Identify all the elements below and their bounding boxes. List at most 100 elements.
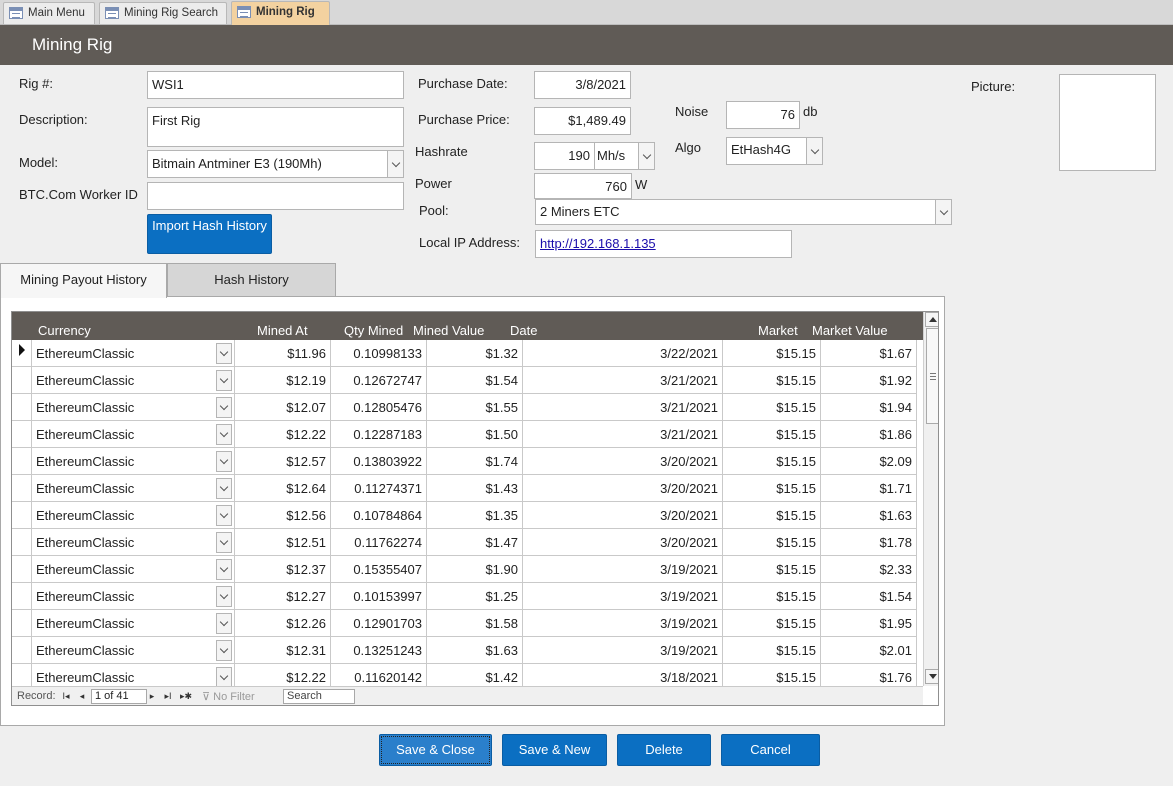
tab-mining-rig-search[interactable]: Mining Rig Search xyxy=(99,2,227,24)
currency-dropdown-button[interactable] xyxy=(216,667,232,688)
pool-combo[interactable]: 2 Miners ETC xyxy=(535,199,952,225)
cell-mined-value[interactable]: $1.54 xyxy=(427,367,523,394)
cell-mined-at[interactable]: $12.64 xyxy=(235,475,331,502)
column-header-market-value[interactable]: Market Value xyxy=(812,323,888,338)
cell-qty-mined[interactable]: 0.12672747 xyxy=(331,367,427,394)
table-row[interactable]: EthereumClassic $12.31 0.13251243 $1.63 3/19… xyxy=(12,637,923,664)
record-selector[interactable] xyxy=(12,610,32,637)
cell-currency[interactable]: EthereumClassic xyxy=(32,502,235,529)
cell-qty-mined[interactable]: 0.12287183 xyxy=(331,421,427,448)
cell-market[interactable]: $15.15 xyxy=(723,583,821,610)
cell-currency[interactable]: EthereumClassic xyxy=(32,583,235,610)
ip-address-field[interactable]: http://192.168.1.135 xyxy=(535,230,792,258)
cell-mined-at[interactable]: $12.19 xyxy=(235,367,331,394)
record-selector[interactable] xyxy=(12,475,32,502)
scroll-thumb[interactable] xyxy=(926,328,938,424)
cell-currency[interactable]: EthereumClassic xyxy=(32,556,235,583)
cell-date[interactable]: 3/21/2021 xyxy=(523,394,723,421)
currency-dropdown-button[interactable] xyxy=(216,640,232,661)
currency-dropdown-button[interactable] xyxy=(216,586,232,607)
cell-mined-value[interactable]: $1.32 xyxy=(427,340,523,367)
column-header-qty-mined[interactable]: Qty Mined xyxy=(344,323,403,338)
cell-mined-value[interactable]: $1.50 xyxy=(427,421,523,448)
cell-market-value[interactable]: $1.71 xyxy=(821,475,917,502)
cell-market[interactable]: $15.15 xyxy=(723,367,821,394)
record-selector[interactable] xyxy=(12,637,32,664)
cell-mined-value[interactable]: $1.63 xyxy=(427,637,523,664)
cell-mined-at[interactable]: $12.07 xyxy=(235,394,331,421)
cell-qty-mined[interactable]: 0.10153997 xyxy=(331,583,427,610)
cell-market[interactable]: $15.15 xyxy=(723,529,821,556)
table-row[interactable]: EthereumClassic $12.27 0.10153997 $1.25 3/19… xyxy=(12,583,923,610)
cell-currency[interactable]: EthereumClassic xyxy=(32,448,235,475)
cell-date[interactable]: 3/20/2021 xyxy=(523,475,723,502)
next-record-button[interactable]: ▸ xyxy=(146,690,158,703)
currency-dropdown-button[interactable] xyxy=(216,424,232,445)
cell-mined-value[interactable]: $1.43 xyxy=(427,475,523,502)
cell-market-value[interactable]: $1.63 xyxy=(821,502,917,529)
import-hash-history-button[interactable]: Import Hash History xyxy=(147,214,272,254)
cell-currency[interactable]: EthereumClassic xyxy=(32,529,235,556)
column-header-currency[interactable]: Currency xyxy=(38,323,91,338)
purchase-date-field[interactable]: 3/8/2021 xyxy=(534,71,631,99)
table-row[interactable]: EthereumClassic $12.51 0.11762274 $1.47 3/20… xyxy=(12,529,923,556)
currency-dropdown-button[interactable] xyxy=(216,532,232,553)
table-row[interactable]: EthereumClassic $12.19 0.12672747 $1.54 3/21… xyxy=(12,367,923,394)
cell-market[interactable]: $15.15 xyxy=(723,340,821,367)
cell-currency[interactable]: EthereumClassic xyxy=(32,340,235,367)
cell-mined-value[interactable]: $1.55 xyxy=(427,394,523,421)
cell-mined-at[interactable]: $12.26 xyxy=(235,610,331,637)
cell-date[interactable]: 3/21/2021 xyxy=(523,421,723,448)
cell-qty-mined[interactable]: 0.12805476 xyxy=(331,394,427,421)
currency-dropdown-button[interactable] xyxy=(216,451,232,472)
cell-market[interactable]: $15.15 xyxy=(723,610,821,637)
table-row[interactable]: EthereumClassic $12.64 0.11274371 $1.43 3/20… xyxy=(12,475,923,502)
record-selector[interactable] xyxy=(12,583,32,610)
cell-date[interactable]: 3/22/2021 xyxy=(523,340,723,367)
save-new-button[interactable]: Save & New xyxy=(502,734,607,766)
current-record-field[interactable]: 1 of 41 xyxy=(91,689,147,704)
model-dropdown-button[interactable] xyxy=(387,151,403,177)
search-field[interactable]: Search xyxy=(283,689,355,704)
currency-dropdown-button[interactable] xyxy=(216,559,232,580)
currency-dropdown-button[interactable] xyxy=(216,370,232,391)
cell-qty-mined[interactable]: 0.11762274 xyxy=(331,529,427,556)
record-selector[interactable] xyxy=(12,448,32,475)
currency-dropdown-button[interactable] xyxy=(216,397,232,418)
cell-qty-mined[interactable]: 0.13251243 xyxy=(331,637,427,664)
cell-mined-at[interactable]: $12.57 xyxy=(235,448,331,475)
tab-hash-history[interactable]: Hash History xyxy=(167,263,336,297)
algo-dropdown-button[interactable] xyxy=(806,138,822,164)
cell-market[interactable]: $15.15 xyxy=(723,421,821,448)
rig-number-field[interactable]: WSI1 xyxy=(147,71,404,99)
cell-date[interactable]: 3/19/2021 xyxy=(523,637,723,664)
cancel-button[interactable]: Cancel xyxy=(721,734,820,766)
cell-mined-at[interactable]: $12.37 xyxy=(235,556,331,583)
cell-market-value[interactable]: $2.09 xyxy=(821,448,917,475)
new-record-button[interactable]: ▸✱ xyxy=(178,690,194,703)
worker-id-field[interactable] xyxy=(147,182,404,210)
column-header-mined-at[interactable]: Mined At xyxy=(257,323,308,338)
cell-date[interactable]: 3/19/2021 xyxy=(523,556,723,583)
cell-currency[interactable]: EthereumClassic xyxy=(32,610,235,637)
record-selector[interactable] xyxy=(12,556,32,583)
description-field[interactable]: First Rig xyxy=(147,107,404,147)
cell-date[interactable]: 3/20/2021 xyxy=(523,502,723,529)
currency-dropdown-button[interactable] xyxy=(216,343,232,364)
cell-mined-at[interactable]: $12.51 xyxy=(235,529,331,556)
cell-currency[interactable]: EthereumClassic xyxy=(32,421,235,448)
cell-currency[interactable]: EthereumClassic xyxy=(32,475,235,502)
vertical-scrollbar[interactable] xyxy=(923,312,938,686)
cell-date[interactable]: 3/21/2021 xyxy=(523,367,723,394)
table-row[interactable]: EthereumClassic $12.07 0.12805476 $1.55 3/21… xyxy=(12,394,923,421)
power-field[interactable]: 760 xyxy=(534,173,632,199)
cell-market-value[interactable]: $2.33 xyxy=(821,556,917,583)
cell-qty-mined[interactable]: 0.10784864 xyxy=(331,502,427,529)
algo-combo[interactable]: EtHash4G xyxy=(726,137,823,165)
cell-qty-mined[interactable]: 0.15355407 xyxy=(331,556,427,583)
cell-market-value[interactable]: $1.67 xyxy=(821,340,917,367)
cell-date[interactable]: 3/19/2021 xyxy=(523,583,723,610)
currency-dropdown-button[interactable] xyxy=(216,613,232,634)
cell-market-value[interactable]: $2.01 xyxy=(821,637,917,664)
record-selector[interactable] xyxy=(12,394,32,421)
